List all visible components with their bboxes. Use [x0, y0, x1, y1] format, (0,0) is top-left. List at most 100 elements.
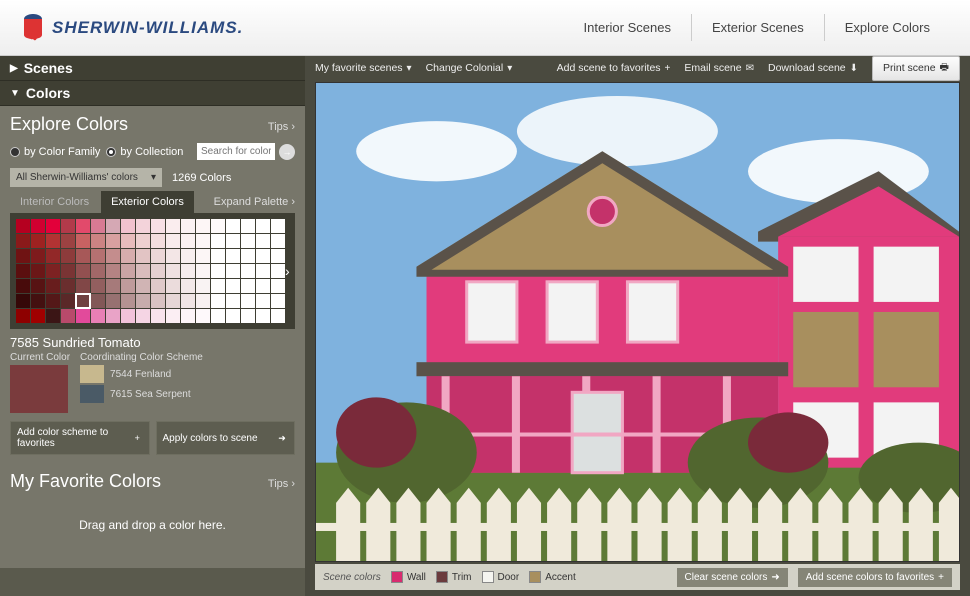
color-swatch[interactable] — [256, 234, 270, 248]
color-swatch[interactable] — [61, 249, 75, 263]
scene-color-item[interactable]: Accent — [529, 571, 576, 583]
color-swatch[interactable] — [166, 234, 180, 248]
add-scheme-favorites-button[interactable]: Add color scheme to favorites + — [10, 421, 150, 455]
color-swatch[interactable] — [46, 249, 60, 263]
scenes-panel-header[interactable]: ▶ Scenes — [0, 56, 305, 81]
color-swatch[interactable] — [196, 309, 210, 323]
tab-exterior-colors[interactable]: Exterior Colors — [101, 191, 194, 213]
color-swatch[interactable] — [31, 309, 45, 323]
color-swatch[interactable] — [61, 294, 75, 308]
color-swatch[interactable] — [241, 249, 255, 263]
color-swatch[interactable] — [241, 234, 255, 248]
color-swatch[interactable] — [166, 309, 180, 323]
nav-explore-colors[interactable]: Explore Colors — [824, 14, 950, 41]
color-swatch[interactable] — [211, 309, 225, 323]
color-swatch[interactable] — [256, 249, 270, 263]
color-swatch[interactable] — [166, 294, 180, 308]
color-swatch[interactable] — [256, 264, 270, 278]
color-swatch[interactable] — [136, 249, 150, 263]
email-scene-button[interactable]: Email scene ✉ — [684, 62, 754, 74]
color-swatch[interactable] — [181, 219, 195, 233]
nav-interior-scenes[interactable]: Interior Scenes — [564, 14, 691, 41]
color-swatch[interactable] — [16, 279, 30, 293]
drag-drop-hint[interactable]: Drag and drop a color here. — [10, 500, 295, 550]
change-scene-menu[interactable]: Change Colonial ▾ — [426, 62, 513, 74]
collection-dropdown[interactable]: All Sherwin-Williams' colors ▾ — [10, 168, 162, 187]
color-swatch[interactable] — [181, 249, 195, 263]
color-swatch[interactable] — [241, 279, 255, 293]
color-swatch[interactable] — [46, 264, 60, 278]
color-swatch[interactable] — [121, 234, 135, 248]
color-swatch[interactable] — [196, 294, 210, 308]
color-swatch[interactable] — [166, 249, 180, 263]
apply-colors-button[interactable]: Apply colors to scene ➜ — [156, 421, 296, 455]
color-swatch[interactable] — [106, 264, 120, 278]
color-swatch[interactable] — [121, 249, 135, 263]
color-swatch[interactable] — [226, 249, 240, 263]
color-swatch[interactable] — [16, 294, 30, 308]
color-swatch[interactable] — [91, 279, 105, 293]
add-scene-favorites-button[interactable]: Add scene to favorites + — [557, 62, 671, 74]
color-swatch[interactable] — [16, 249, 30, 263]
radio-by-collection[interactable]: by Collection — [106, 146, 183, 158]
color-swatch[interactable] — [76, 279, 90, 293]
color-swatch[interactable] — [256, 294, 270, 308]
color-swatch[interactable] — [91, 249, 105, 263]
color-swatch[interactable] — [256, 309, 270, 323]
current-color-swatch[interactable] — [10, 365, 68, 413]
color-swatch[interactable] — [211, 234, 225, 248]
color-swatch[interactable] — [46, 234, 60, 248]
my-favorite-scenes-menu[interactable]: My favorite scenes ▾ — [315, 62, 412, 74]
color-swatch[interactable] — [226, 309, 240, 323]
color-swatch[interactable] — [196, 249, 210, 263]
nav-exterior-scenes[interactable]: Exterior Scenes — [691, 14, 824, 41]
color-swatch[interactable] — [271, 264, 285, 278]
color-swatch[interactable] — [16, 309, 30, 323]
color-swatch[interactable] — [121, 219, 135, 233]
coord-color-2[interactable]: 7615 Sea Serpent — [80, 385, 295, 403]
color-swatch[interactable] — [31, 279, 45, 293]
color-swatch[interactable] — [76, 294, 90, 308]
color-swatch[interactable] — [136, 219, 150, 233]
color-swatch[interactable] — [106, 294, 120, 308]
color-swatch[interactable] — [226, 294, 240, 308]
color-swatch[interactable] — [106, 219, 120, 233]
clear-scene-colors-button[interactable]: Clear scene colors ➜ — [677, 568, 788, 587]
color-swatch[interactable] — [121, 264, 135, 278]
search-input[interactable] — [197, 143, 275, 160]
color-swatch[interactable] — [151, 279, 165, 293]
search-go-button[interactable]: → — [279, 144, 295, 160]
color-swatch[interactable] — [46, 294, 60, 308]
color-swatch[interactable] — [31, 219, 45, 233]
color-swatch[interactable] — [61, 264, 75, 278]
color-swatch[interactable] — [271, 249, 285, 263]
color-swatch[interactable] — [271, 234, 285, 248]
color-swatch[interactable] — [136, 309, 150, 323]
color-swatch[interactable] — [16, 234, 30, 248]
color-swatch[interactable] — [241, 219, 255, 233]
color-swatch[interactable] — [121, 309, 135, 323]
color-swatch[interactable] — [46, 219, 60, 233]
color-swatch[interactable] — [181, 309, 195, 323]
color-swatch[interactable] — [181, 234, 195, 248]
color-swatch[interactable] — [151, 309, 165, 323]
color-swatch[interactable] — [91, 264, 105, 278]
color-swatch[interactable] — [106, 309, 120, 323]
color-swatch[interactable] — [91, 234, 105, 248]
color-swatch[interactable] — [151, 234, 165, 248]
color-swatch[interactable] — [226, 279, 240, 293]
color-swatch[interactable] — [76, 264, 90, 278]
color-swatch[interactable] — [166, 219, 180, 233]
color-swatch[interactable] — [181, 264, 195, 278]
expand-palette-link[interactable]: Expand Palette › — [214, 196, 295, 208]
color-swatch[interactable] — [181, 279, 195, 293]
color-swatch[interactable] — [271, 309, 285, 323]
color-swatch[interactable] — [76, 234, 90, 248]
scene-color-item[interactable]: Door — [482, 571, 520, 583]
color-swatch[interactable] — [196, 264, 210, 278]
color-swatch[interactable] — [136, 294, 150, 308]
tips-link[interactable]: Tips › — [268, 121, 295, 133]
color-swatch[interactable] — [256, 219, 270, 233]
color-swatch[interactable] — [61, 279, 75, 293]
color-swatch[interactable] — [211, 294, 225, 308]
